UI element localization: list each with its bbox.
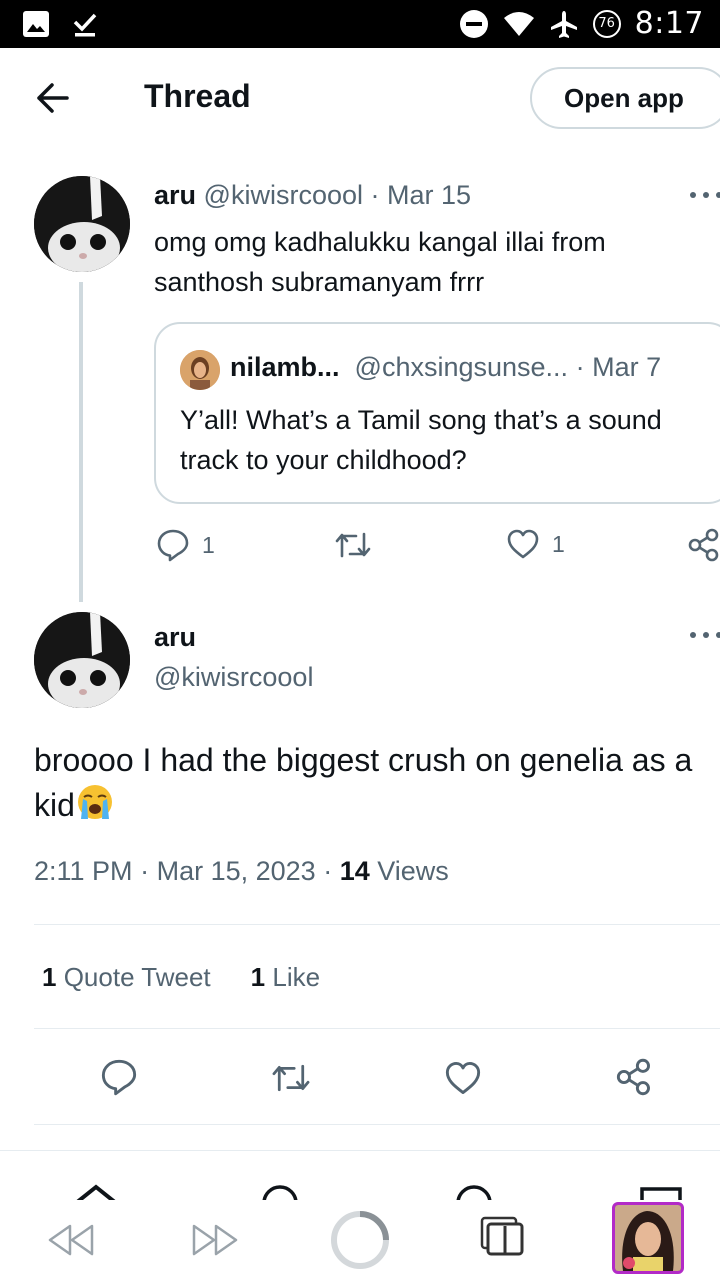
divider xyxy=(34,1028,720,1029)
app-tab-bar xyxy=(0,1150,720,1200)
quoted-tweet-header: nilamb... @chxsingsunse... · Mar 7 xyxy=(230,352,662,382)
page-title: Thread xyxy=(144,78,251,114)
heart-icon[interactable] xyxy=(444,1060,482,1096)
home-icon[interactable] xyxy=(72,1183,120,1200)
profile-photo xyxy=(615,1205,681,1271)
tweet-actions: 1 1 xyxy=(0,528,720,568)
share-icon[interactable] xyxy=(616,1058,652,1096)
avatar[interactable] xyxy=(34,612,130,708)
quoted-author-name: nilamb... xyxy=(230,352,340,382)
tweet-header: aru @kiwisrcoool · Mar 15 xyxy=(154,180,472,210)
quoted-author-handle: @chxsingsunse... xyxy=(354,352,569,382)
author-handle[interactable]: @kiwisrcoool xyxy=(204,180,363,210)
profile-tab-thumbnail[interactable] xyxy=(612,1202,684,1274)
divider xyxy=(34,924,720,925)
quoted-avatar xyxy=(180,350,220,390)
tweet-time[interactable]: 2:11 PM xyxy=(34,856,133,886)
author-name[interactable]: aru xyxy=(154,622,196,653)
views-count: 14 xyxy=(339,856,370,886)
retweet-icon[interactable] xyxy=(270,1062,312,1094)
author-name[interactable]: aru xyxy=(154,180,196,210)
share-button[interactable] xyxy=(688,528,720,562)
back-icon[interactable] xyxy=(46,1220,96,1260)
tabs-switcher-icon[interactable] xyxy=(478,1214,526,1258)
search-icon[interactable] xyxy=(258,1183,302,1200)
quoted-tweet[interactable]: nilamb... @chxsingsunse... · Mar 7 Y’all… xyxy=(154,322,720,504)
open-app-button[interactable]: Open app xyxy=(530,67,720,129)
messages-icon[interactable] xyxy=(638,1185,684,1200)
browser-toolbar xyxy=(0,1200,720,1280)
tweet-full-date[interactable]: Mar 15, 2023 xyxy=(157,856,316,886)
header: Thread Open app xyxy=(0,48,720,148)
like-button[interactable]: 1 xyxy=(506,528,565,560)
battery-saver-icon: 76 xyxy=(592,9,621,38)
loading-spinner-icon[interactable] xyxy=(330,1210,390,1270)
tweet-date[interactable]: Mar 15 xyxy=(387,180,471,210)
retweet-icon xyxy=(335,532,371,558)
wifi-icon xyxy=(503,11,534,36)
status-bar: 76 8:17 xyxy=(0,0,720,48)
quoted-tweet-date: Mar 7 xyxy=(592,352,662,382)
reply-count: 1 xyxy=(202,531,215,558)
more-options-icon[interactable] xyxy=(690,632,720,642)
divider xyxy=(34,1124,720,1125)
quoted-tweet-text: Y’all! What’s a Tamil song that’s a soun… xyxy=(180,405,662,475)
forward-icon[interactable] xyxy=(190,1220,240,1260)
tweet-text: omg omg kadhalukku kangal illai from san… xyxy=(154,227,606,297)
download-done-icon xyxy=(73,13,97,37)
reply-button[interactable]: 1 xyxy=(156,528,215,562)
likes-link[interactable]: 1 Like xyxy=(251,962,320,993)
more-options-icon[interactable] xyxy=(690,192,720,202)
gallery-icon xyxy=(23,11,49,37)
cat-photo xyxy=(34,176,130,272)
loudly-crying-face-icon xyxy=(77,785,112,819)
notifications-icon[interactable] xyxy=(452,1183,496,1200)
tweet-meta: 2:11 PM · Mar 15, 2023 · 14 Views xyxy=(34,856,449,886)
do-not-disturb-icon xyxy=(459,9,488,38)
like-count: 1 xyxy=(552,530,565,557)
engagement-stats: 1 Quote Tweet 1 Like xyxy=(42,962,320,993)
views-label: Views xyxy=(377,856,449,886)
back-arrow-icon[interactable] xyxy=(34,82,70,114)
reply-icon xyxy=(157,529,189,562)
author-handle[interactable]: @kiwisrcoool xyxy=(154,662,313,693)
share-icon xyxy=(688,528,719,562)
heart-icon xyxy=(507,529,539,559)
retweet-button[interactable] xyxy=(334,530,372,560)
airplane-mode-icon xyxy=(550,10,577,38)
quote-tweets-link[interactable]: 1 Quote Tweet xyxy=(42,962,211,993)
cat-photo xyxy=(34,612,130,708)
focused-tweet-actions xyxy=(0,1056,720,1100)
avatar[interactable] xyxy=(34,176,130,272)
clock: 8:17 xyxy=(634,6,704,41)
reply-icon[interactable] xyxy=(100,1058,138,1096)
tweet-text: broooo I had the biggest crush on geneli… xyxy=(34,742,693,823)
